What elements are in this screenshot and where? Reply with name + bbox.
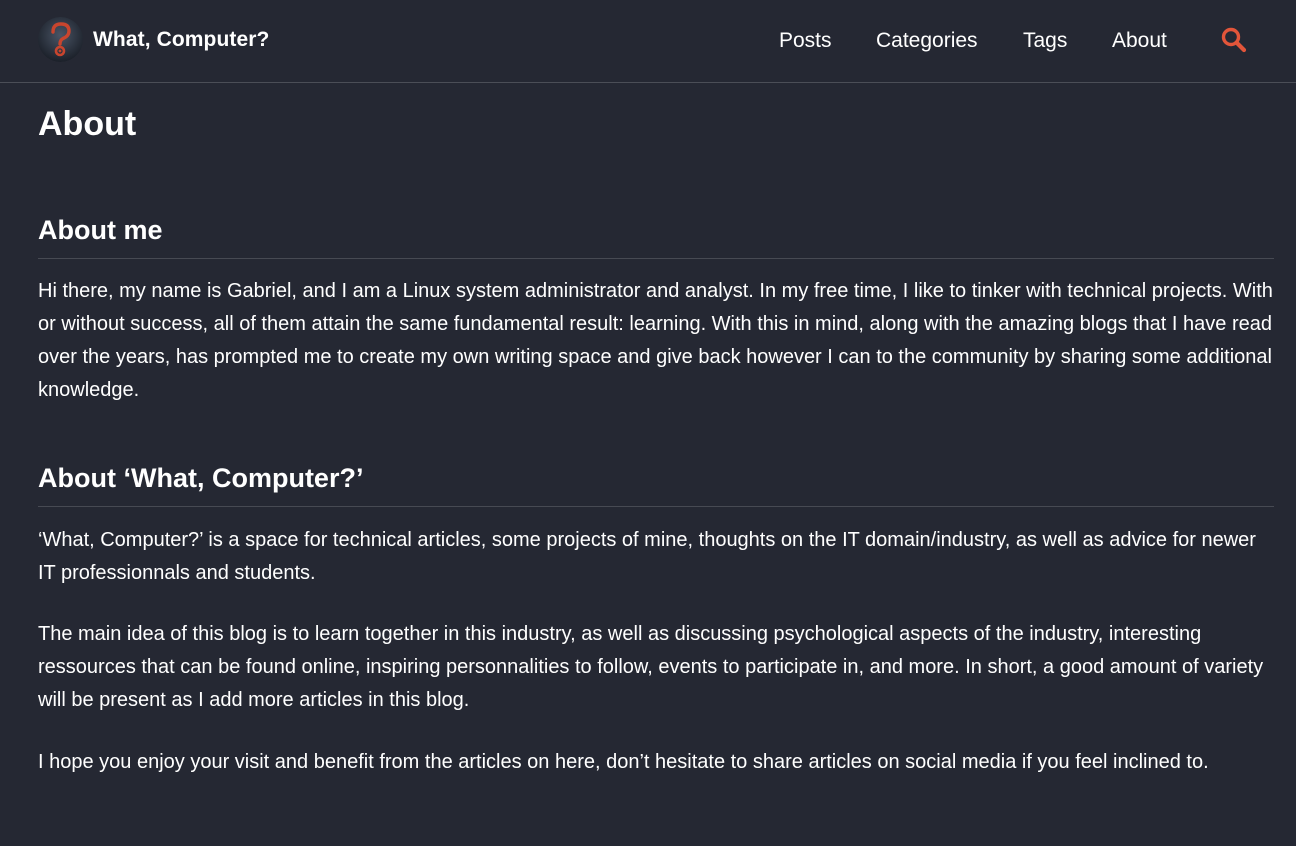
site-header: What, Computer? Posts Categories Tags Ab… bbox=[0, 0, 1296, 83]
about-site-paragraph-3: I hope you enjoy your visit and benefit … bbox=[38, 751, 1209, 773]
search-icon[interactable] bbox=[1219, 25, 1249, 55]
page-title: About bbox=[38, 105, 137, 143]
nav-posts[interactable]: Posts bbox=[779, 27, 832, 55]
nav-tags[interactable]: Tags bbox=[1023, 27, 1067, 55]
nav-about[interactable]: About bbox=[1112, 27, 1167, 55]
main-nav: Posts Categories Tags About bbox=[0, 27, 1296, 57]
about-me-paragraph: Hi there, my name is Gabriel, and I am a… bbox=[38, 280, 1273, 401]
about-site-paragraph-1: ‘What, Computer?’ is a space for technic… bbox=[38, 529, 1256, 584]
nav-categories[interactable]: Categories bbox=[876, 27, 978, 55]
section-heading-about-site: About ‘What, Computer?’ bbox=[38, 461, 1274, 507]
section-heading-about-me: About me bbox=[38, 213, 1274, 259]
about-site-paragraph-2: The main idea of this blog is to learn t… bbox=[38, 623, 1264, 711]
